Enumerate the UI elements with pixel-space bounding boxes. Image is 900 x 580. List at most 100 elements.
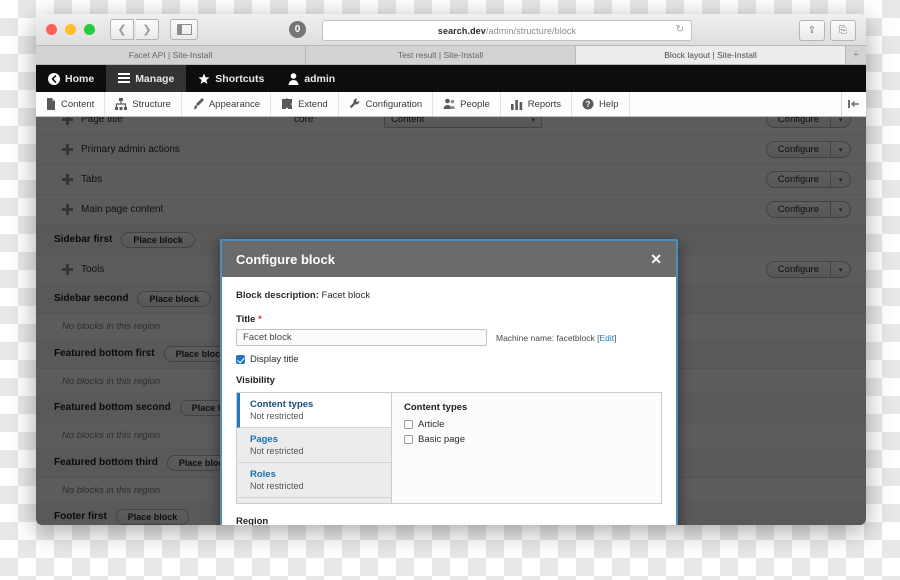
visibility-tab-subtitle: Not restricted [250, 446, 383, 456]
menu-item-reports[interactable]: Reports [501, 92, 572, 116]
toolbar-item-shortcuts-label: Shortcuts [215, 73, 264, 85]
minimize-window-button[interactable] [65, 24, 76, 35]
content-type-option-article[interactable]: Article [404, 419, 649, 430]
people-icon [443, 98, 455, 110]
machine-name-close: ] [614, 333, 616, 343]
back-icon[interactable]: ❮ [110, 19, 134, 40]
url-host: search.dev [438, 26, 486, 36]
show-tabs-icon[interactable]: ⎘ [830, 20, 856, 41]
basic-page-checkbox[interactable] [404, 435, 413, 444]
menu-item-configuration-label: Configuration [366, 99, 423, 110]
toolbar-item-manage-label: Manage [135, 73, 174, 85]
display-title-checkbox[interactable] [236, 355, 245, 364]
traffic-lights [46, 24, 95, 35]
address-bar[interactable]: search.dev/admin/structure/block ↻ [322, 20, 692, 41]
admin-menu: Content Structure Appearance Extend Conf… [36, 92, 866, 117]
block-description-label: Block description: [236, 290, 319, 301]
machine-name: Machine name: facetblock [Edit] [496, 333, 617, 343]
required-marker: * [258, 314, 262, 325]
content-type-option-basic-page[interactable]: Basic page [404, 434, 649, 445]
visibility-tab-list: Content types Not restricted Pages Not r… [237, 393, 392, 503]
star-icon [198, 73, 210, 85]
visibility-tab-pages[interactable]: Pages Not restricted [237, 428, 391, 463]
browser-tab-2[interactable]: Test result | Site-Install [306, 46, 576, 64]
visibility-tab-panel: Content types Article Basic page [392, 393, 661, 503]
puzzle-icon [281, 98, 293, 110]
visibility-tab-title: Pages [250, 434, 383, 445]
close-window-button[interactable] [46, 24, 57, 35]
forward-icon[interactable]: ❯ [136, 19, 159, 40]
dialog-header: Configure block ✕ [222, 241, 676, 277]
dialog-body: Block description: Facet block Title * F… [222, 277, 676, 525]
toolbar-item-manage[interactable]: Manage [106, 65, 186, 92]
block-description-value: Facet block [322, 290, 371, 301]
dialog-title: Configure block [236, 252, 335, 267]
tab-strip: Facet API | Site-Install Test result | S… [36, 46, 866, 65]
privacy-shield-icon[interactable]: 0 [289, 21, 306, 38]
title-field-row: Facet block Machine name: facetblock [Ed… [236, 329, 662, 346]
article-label: Article [418, 419, 444, 430]
menu-item-people-label: People [460, 99, 490, 110]
browser-tab-3[interactable]: Block layout | Site-Install [576, 46, 846, 64]
content-types-heading: Content types [404, 402, 649, 413]
browser-tab-1[interactable]: Facet API | Site-Install [36, 46, 306, 64]
wrench-icon [349, 98, 361, 110]
title-input-value: Facet block [243, 332, 292, 343]
browser-chrome: ❮ ❯ 0 search.dev/admin/structure/block ↻… [36, 14, 866, 46]
menu-item-appearance[interactable]: Appearance [182, 92, 271, 116]
menu-item-extend-label: Extend [298, 99, 328, 110]
visibility-panel: Content types Not restricted Pages Not r… [236, 392, 662, 504]
machine-name-text: Machine name: facetblock [ [496, 333, 599, 343]
svg-text:?: ? [586, 100, 591, 109]
visibility-label: Visibility [236, 375, 662, 386]
close-icon[interactable]: ✕ [650, 252, 662, 266]
toolbar-item-admin[interactable]: admin [276, 65, 347, 92]
toolbar-item-home-label: Home [65, 73, 94, 85]
sidebar-toggle-icon[interactable] [170, 19, 198, 40]
basic-page-label: Basic page [418, 434, 465, 445]
menu-item-people[interactable]: People [433, 92, 501, 116]
collapse-toolbar-icon[interactable] [841, 92, 866, 116]
menu-item-content[interactable]: Content [36, 92, 105, 116]
home-icon [48, 73, 60, 85]
toolbar-item-home[interactable]: Home [36, 65, 106, 92]
machine-name-edit-link[interactable]: Edit [599, 333, 614, 343]
visibility-tab-subtitle: Not restricted [250, 411, 383, 421]
menu-item-structure-label: Structure [132, 99, 171, 110]
display-title-label: Display title [250, 354, 299, 365]
block-layout-page: Page title core Content ▾ Configure ▾ Pr… [36, 117, 866, 525]
browser-window: ❮ ❯ 0 search.dev/admin/structure/block ↻… [36, 14, 866, 525]
url-path: /admin/structure/block [486, 26, 576, 36]
url-text: search.dev/admin/structure/block [438, 26, 576, 36]
title-input[interactable]: Facet block [236, 329, 487, 346]
toolbar-item-shortcuts[interactable]: Shortcuts [186, 65, 276, 92]
visibility-tab-subtitle: Not restricted [250, 481, 383, 491]
new-tab-button[interactable]: + [846, 46, 866, 64]
article-checkbox[interactable] [404, 420, 413, 429]
title-field-label: Title * [236, 314, 662, 325]
reload-icon[interactable]: ↻ [676, 24, 684, 35]
bars-icon [511, 98, 523, 110]
menu-item-help[interactable]: ? Help [572, 92, 630, 116]
block-description: Block description: Facet block [236, 290, 662, 301]
visibility-tab-content-types[interactable]: Content types Not restricted [237, 393, 391, 428]
maximize-window-button[interactable] [84, 24, 95, 35]
region-field-label: Region [236, 516, 662, 525]
menu-item-configuration[interactable]: Configuration [339, 92, 434, 116]
menu-item-content-label: Content [61, 99, 94, 110]
admin-toolbar: Home Manage Shortcuts admin [36, 65, 866, 92]
visibility-tab-roles[interactable]: Roles Not restricted [237, 463, 391, 498]
display-title-row[interactable]: Display title [236, 354, 662, 365]
chrome-right-buttons: ⇪ ⎘ [799, 20, 856, 41]
user-icon [288, 73, 299, 85]
menu-item-appearance-label: Appearance [209, 99, 260, 110]
structure-icon [115, 98, 127, 110]
brush-icon [192, 98, 204, 110]
menu-item-extend[interactable]: Extend [271, 92, 339, 116]
configure-block-dialog: Configure block ✕ Block description: Fac… [220, 239, 678, 525]
menu-item-structure[interactable]: Structure [105, 92, 182, 116]
file-icon [46, 98, 56, 110]
share-icon[interactable]: ⇪ [799, 20, 825, 41]
navigation-buttons: ❮ ❯ [110, 19, 159, 40]
title-label-text: Title [236, 314, 255, 325]
